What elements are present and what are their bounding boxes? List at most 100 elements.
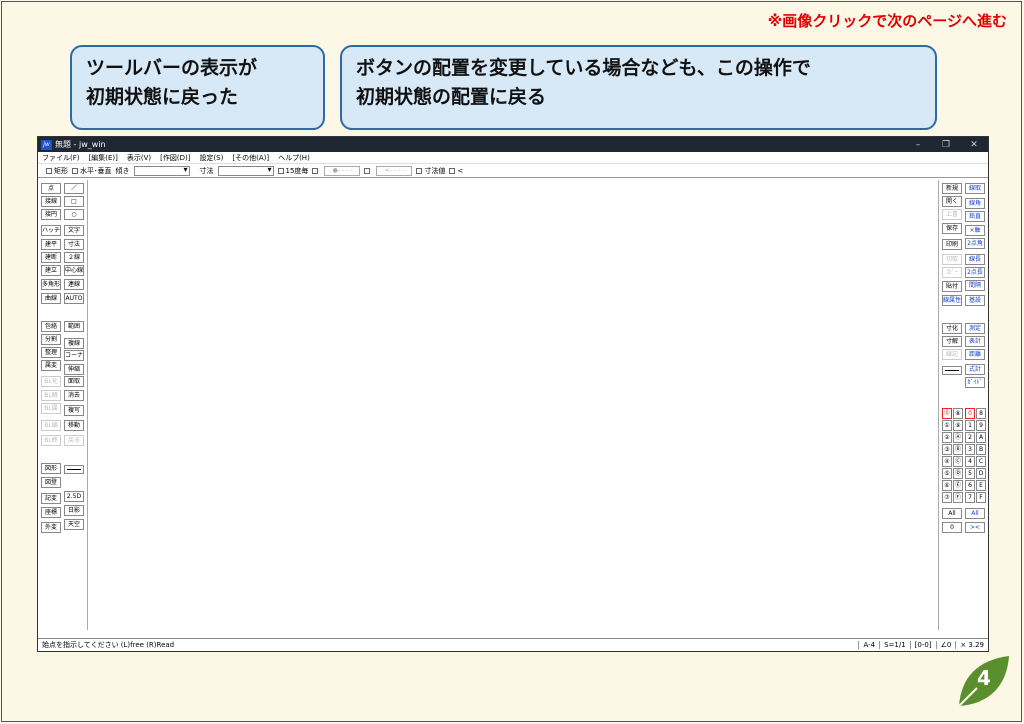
right-tool-button[interactable]: 上書 (942, 209, 962, 220)
layer-group-button[interactable]: ⑨ (953, 420, 963, 431)
left-tool-button[interactable]: コーナー (64, 350, 84, 361)
menu-item[interactable]: 表示(V) (127, 153, 151, 163)
rect-toggle[interactable]: 矩形 (46, 166, 68, 176)
layer-button[interactable]: 6 (965, 480, 975, 491)
layer-button[interactable]: F (976, 492, 986, 503)
line-type-swatch[interactable] (64, 465, 84, 474)
layer-group-button[interactable]: ⑤ (942, 468, 952, 479)
restore-button[interactable]: ❐ (932, 140, 960, 150)
menu-item[interactable]: [その他(A)] (232, 153, 269, 163)
dot-toggle[interactable] (312, 167, 319, 174)
hv-toggle[interactable]: 水平･垂直 (72, 166, 112, 176)
left-tool-button[interactable]: BL終 (41, 435, 61, 446)
layer-group-button[interactable]: Ⓐ (953, 432, 963, 443)
left-tool-button[interactable]: 日影 (64, 505, 84, 516)
layer-group-button[interactable]: ② (942, 432, 952, 443)
right-tool-button[interactable]: ×軸 (965, 225, 985, 236)
left-tool-button[interactable]: 連線 (64, 279, 84, 290)
layer-button[interactable]: 1 (965, 420, 975, 431)
arrow-line-button[interactable]: <- - - - (376, 165, 413, 176)
left-tool-button[interactable]: 整理 (41, 347, 61, 358)
layer-group-button[interactable]: Ⓔ (953, 480, 963, 491)
left-tool-button[interactable]: 建断 (41, 252, 61, 263)
right-tool-button[interactable]: 線取 (965, 183, 985, 194)
left-tool-button[interactable]: 接線 (41, 196, 61, 207)
left-tool-button[interactable]: 記変 (41, 493, 61, 504)
lt-toggle[interactable]: < (449, 167, 463, 175)
menu-item[interactable]: ファイル(F) (42, 153, 80, 163)
dim-combo[interactable] (217, 165, 274, 176)
right-tool-button[interactable]: 線角 (965, 198, 985, 209)
right-tool-button[interactable]: 距離 (965, 349, 985, 360)
left-tool-button[interactable]: 図形 (41, 463, 61, 474)
right-tool-button[interactable]: 新規 (942, 183, 962, 194)
layer-button[interactable]: B (976, 444, 986, 455)
angle-value[interactable]: ∠0 (935, 641, 956, 649)
layer-group-button[interactable]: ⑦ (942, 492, 952, 503)
right-tool-button[interactable]: 線長 (965, 254, 985, 265)
menu-item[interactable]: 設定(S) (199, 153, 223, 163)
left-tool-button[interactable]: 図登 (41, 477, 61, 488)
left-tool-button[interactable]: 天空 (64, 519, 84, 530)
left-tool-button[interactable]: ○ (64, 209, 84, 220)
left-tool-button[interactable]: 分割 (41, 334, 61, 345)
right-tool-button[interactable]: 印刷 (942, 239, 962, 250)
menu-item[interactable]: [編集(E)] (89, 153, 118, 163)
layer-button[interactable]: 0 (965, 408, 975, 419)
right-tool-button[interactable]: 保存 (942, 223, 962, 234)
layer-button[interactable]: 7 (965, 492, 975, 503)
left-tool-button[interactable]: 中心線 (64, 265, 84, 276)
layer-button[interactable]: 5 (965, 468, 975, 479)
left-tool-button[interactable]: 建立 (41, 265, 61, 276)
left-tool-button[interactable]: BL化 (41, 376, 61, 387)
left-tool-button[interactable]: BL解 (41, 390, 61, 401)
left-tool-button[interactable]: ハッチ (41, 225, 61, 236)
layer-button[interactable]: D (976, 468, 986, 479)
right-tool-button[interactable]: 切取 (942, 254, 962, 265)
left-tool-button[interactable]: 座標 (41, 507, 61, 518)
left-tool-button[interactable]: 文字 (64, 225, 84, 236)
left-tool-button[interactable]: 範囲 (64, 321, 84, 332)
layer-group-button[interactable]: ⓪ (942, 408, 952, 419)
layer-button[interactable]: 8 (976, 408, 986, 419)
right-tool-button[interactable]: 貼付 (942, 281, 962, 292)
left-tool-button[interactable]: 接円 (41, 209, 61, 220)
right-tool-button[interactable]: 2点角 (965, 238, 985, 249)
right-tool-button[interactable]: >< (965, 522, 985, 533)
left-tool-button[interactable]: 面取 (64, 376, 84, 387)
left-tool-button[interactable]: BL属 (41, 403, 61, 414)
left-tool-button[interactable]: 寸法 (64, 239, 84, 250)
layer-group-button[interactable]: Ⓕ (953, 492, 963, 503)
slope-combo[interactable] (133, 165, 190, 176)
left-tool-button[interactable]: 複写 (64, 405, 84, 416)
right-tool-button[interactable]: ｶﾞｲﾄﾞ (965, 377, 985, 388)
left-tool-button[interactable]: 属変 (41, 360, 61, 371)
layer-group-button[interactable]: Ⓓ (953, 468, 963, 479)
layer-button[interactable]: 3 (965, 444, 975, 455)
left-tool-button[interactable]: 包絡 (41, 321, 61, 332)
right-tool-button[interactable]: 測定 (965, 323, 985, 334)
minimize-button[interactable]: – (904, 140, 932, 150)
layer-value[interactable]: [0-0] (909, 641, 936, 649)
right-tool-button[interactable]: 鉛直 (965, 211, 985, 222)
left-tool-button[interactable]: □ (64, 196, 84, 207)
layer-button[interactable]: 2 (965, 432, 975, 443)
left-tool-button[interactable]: 移動 (64, 420, 84, 431)
layer-button[interactable]: E (976, 480, 986, 491)
left-tool-button[interactable]: 2.5D (64, 491, 84, 502)
layer-group-button[interactable]: Ⓒ (953, 456, 963, 467)
right-tool-button[interactable]: All (965, 508, 985, 519)
left-tool-button[interactable]: 戻る (64, 435, 84, 446)
arrow-toggle[interactable] (364, 167, 371, 174)
layer-group-button[interactable]: ④ (942, 456, 952, 467)
right-tool-button[interactable]: ｺﾋﾟｰ (942, 267, 962, 278)
left-tool-button[interactable]: 消去 (64, 390, 84, 401)
left-tool-button[interactable]: 建平 (41, 239, 61, 250)
right-tool-button[interactable]: 表計 (965, 336, 985, 347)
left-tool-button[interactable]: 伸縮 (64, 364, 84, 375)
right-tool-button[interactable]: 間隔 (965, 280, 985, 291)
left-tool-button[interactable]: 複線 (64, 338, 84, 349)
layer-button[interactable]: 9 (976, 420, 986, 431)
layer-button[interactable]: C (976, 456, 986, 467)
zoom-factor[interactable]: × 3.29 (955, 641, 988, 649)
